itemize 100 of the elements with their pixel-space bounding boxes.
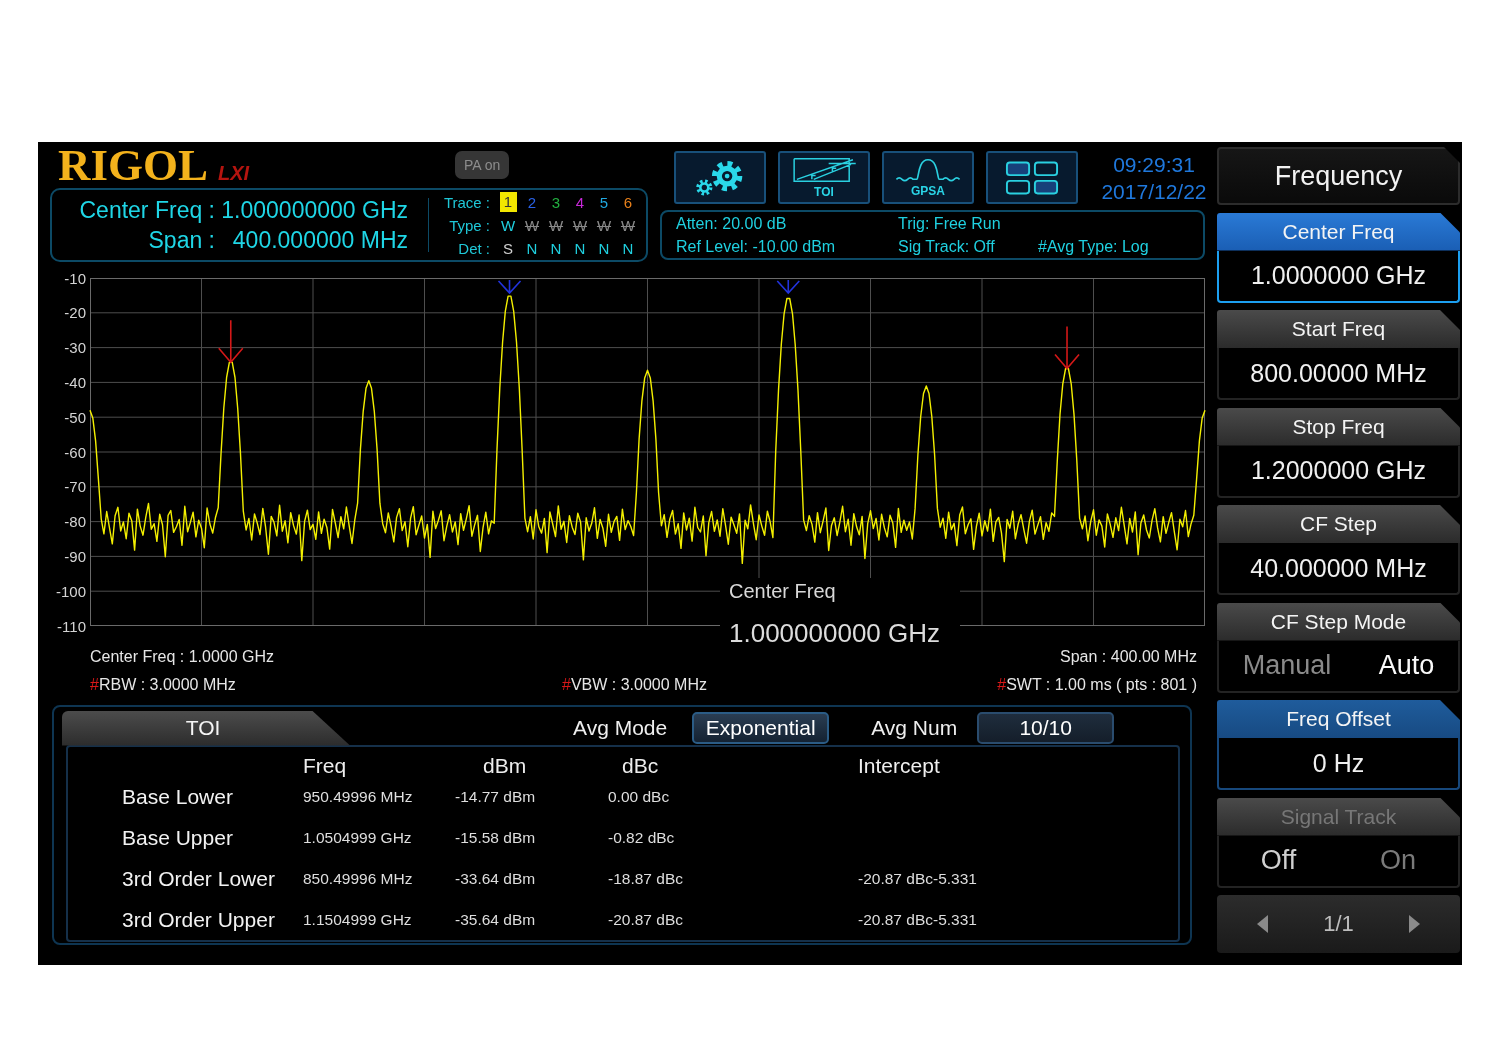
settings-button[interactable] [674, 151, 766, 204]
table-cell: -0.82 dBc [608, 828, 675, 847]
measurement-tab[interactable]: TOI [62, 710, 350, 746]
sweep-time-readout: SWT : 1.00 ms ( pts : 801 ) [1006, 676, 1197, 693]
softkey-toggle[interactable]: Manual Auto [1217, 640, 1460, 693]
logo-text: RIGOL [58, 142, 209, 188]
window-grid-icon [1005, 159, 1059, 196]
table-cell: -14.77 dBm [455, 787, 536, 806]
table-cell: -15.58 dBm [455, 828, 536, 847]
avg-mode-label: Avg Mode [573, 716, 668, 740]
table-cell: -20.87 dBc-5.331 [858, 910, 977, 929]
avg-num-label: Avg Num [871, 716, 958, 740]
softkey-label[interactable]: Start Freq [1217, 310, 1460, 348]
center-freq-value: 1.000000000 GHz [221, 196, 408, 225]
table-cell: 1.0504999 GHz [303, 828, 412, 847]
softkey-value[interactable]: 0 Hz [1217, 738, 1460, 790]
toggle-option[interactable]: Auto [1378, 650, 1435, 681]
table-cell: -33.64 dBm [455, 869, 536, 888]
softkey-value[interactable]: 40.000000 MHz [1217, 543, 1460, 595]
trace-type: W [548, 216, 564, 234]
page-indicator: 1/1 [1323, 911, 1354, 937]
flag-mark: # [997, 676, 1007, 693]
gpsa-button[interactable]: GPSA [882, 151, 974, 204]
trace-number[interactable]: 6 [623, 193, 633, 211]
vbw-readout: VBW : 3.0000 MHz [570, 676, 707, 693]
prev-arrow-icon[interactable] [1257, 915, 1268, 933]
axis-label: -70 [64, 478, 86, 496]
menu-title: Frequency [1217, 147, 1460, 205]
logo-suffix: LXI [218, 162, 250, 184]
softkey-value[interactable]: 1.0000000 GHz [1217, 250, 1460, 303]
rbw-readout: RBW : 3.0000 MHz [98, 676, 236, 693]
trace-detector: N [598, 239, 610, 257]
trace-type: W [620, 216, 636, 234]
next-arrow-icon[interactable] [1409, 915, 1420, 933]
softkey-label[interactable]: Center Freq [1217, 212, 1460, 251]
popup-label: Center Freq [729, 579, 836, 604]
popup-value: 1.000000000 GHz [729, 619, 941, 647]
trace-type: W [572, 216, 588, 234]
pa-indicator: PA on [455, 151, 510, 179]
trace-type: W [500, 216, 516, 234]
trace-number[interactable]: 4 [575, 193, 585, 211]
axis-label: -10 [64, 269, 86, 287]
clock-date: 2017/12/22 [1101, 178, 1207, 205]
trace-detector: N [550, 239, 562, 257]
axis-label: -90 [64, 547, 86, 565]
toggle-option[interactable]: Manual [1242, 650, 1332, 681]
row-label: Base Upper [122, 825, 233, 850]
table-cell: 950.49996 MHz [303, 787, 413, 806]
center-freq-label: Center Freq : [79, 196, 215, 225]
softkey-label[interactable]: CF Step [1217, 505, 1460, 543]
axis-label: -100 [55, 582, 86, 600]
trace-type: W [596, 216, 612, 234]
trace-number[interactable]: 1 [499, 192, 517, 212]
trace-detector: S [503, 239, 513, 257]
trace-number[interactable]: 2 [527, 193, 537, 211]
column-header: Intercept [858, 755, 940, 776]
table-cell: -20.87 dBc [608, 910, 683, 929]
softkey-value[interactable]: 800.00000 MHz [1217, 348, 1460, 400]
center-freq-readout: Center Freq : 1.0000 GHz [90, 647, 275, 667]
trace-row-label: Det : [458, 239, 490, 257]
row-label: Base Lower [122, 784, 233, 809]
signal-peak-icon [895, 157, 961, 183]
table-cell: 1.1504999 GHz [303, 910, 412, 929]
softkey-label[interactable]: CF Step Mode [1217, 602, 1460, 641]
avg-mode-button[interactable]: Exponential [692, 712, 830, 744]
avg-num-field[interactable]: 10/10 [977, 712, 1115, 744]
trace-row-label: Trace : [443, 193, 490, 211]
status-readout: Ref Level: -10.00 dBm [676, 237, 836, 257]
peak-marker-icon [217, 319, 244, 364]
softkey-label[interactable]: Freq Offset [1217, 700, 1460, 738]
layout-button[interactable] [986, 151, 1078, 204]
row-label: 3rd Order Upper [122, 907, 275, 932]
trace-number[interactable]: 3 [551, 193, 561, 211]
axis-label: -30 [64, 339, 86, 357]
column-header: Freq [303, 755, 347, 776]
table-cell: -35.64 dBm [455, 910, 536, 929]
axis-label: -20 [64, 304, 86, 322]
column-header: dBm [483, 755, 527, 776]
trace-detector: N [574, 239, 586, 257]
status-readout: Atten: 20.00 dB [676, 214, 787, 234]
softkey-value[interactable]: 1.2000000 GHz [1217, 445, 1460, 498]
flag-mark: # [90, 676, 99, 693]
table-cell: 850.49996 MHz [303, 869, 413, 888]
table-cell: -18.87 dBc [608, 869, 683, 888]
trace-number[interactable]: 5 [599, 193, 609, 211]
trace-detector: N [622, 239, 634, 257]
table-cell: 0.00 dBc [608, 787, 670, 806]
peak-marker-icon [776, 279, 801, 295]
line-chart-icon [791, 156, 857, 184]
trace-row-label: Type : [449, 216, 490, 234]
toi-button[interactable]: TOI [778, 151, 870, 204]
table-cell: -20.87 dBc-5.331 [858, 869, 977, 888]
softkey-label[interactable]: Stop Freq [1217, 407, 1460, 446]
trace-type: W [524, 216, 540, 234]
peak-marker-icon [1054, 325, 1080, 370]
column-header: dBc [622, 755, 659, 776]
status-readout: Sig Track: Off [898, 237, 995, 257]
axis-label: -110 [57, 617, 86, 635]
axis-label: -60 [64, 443, 86, 461]
peak-marker-icon [497, 279, 522, 295]
